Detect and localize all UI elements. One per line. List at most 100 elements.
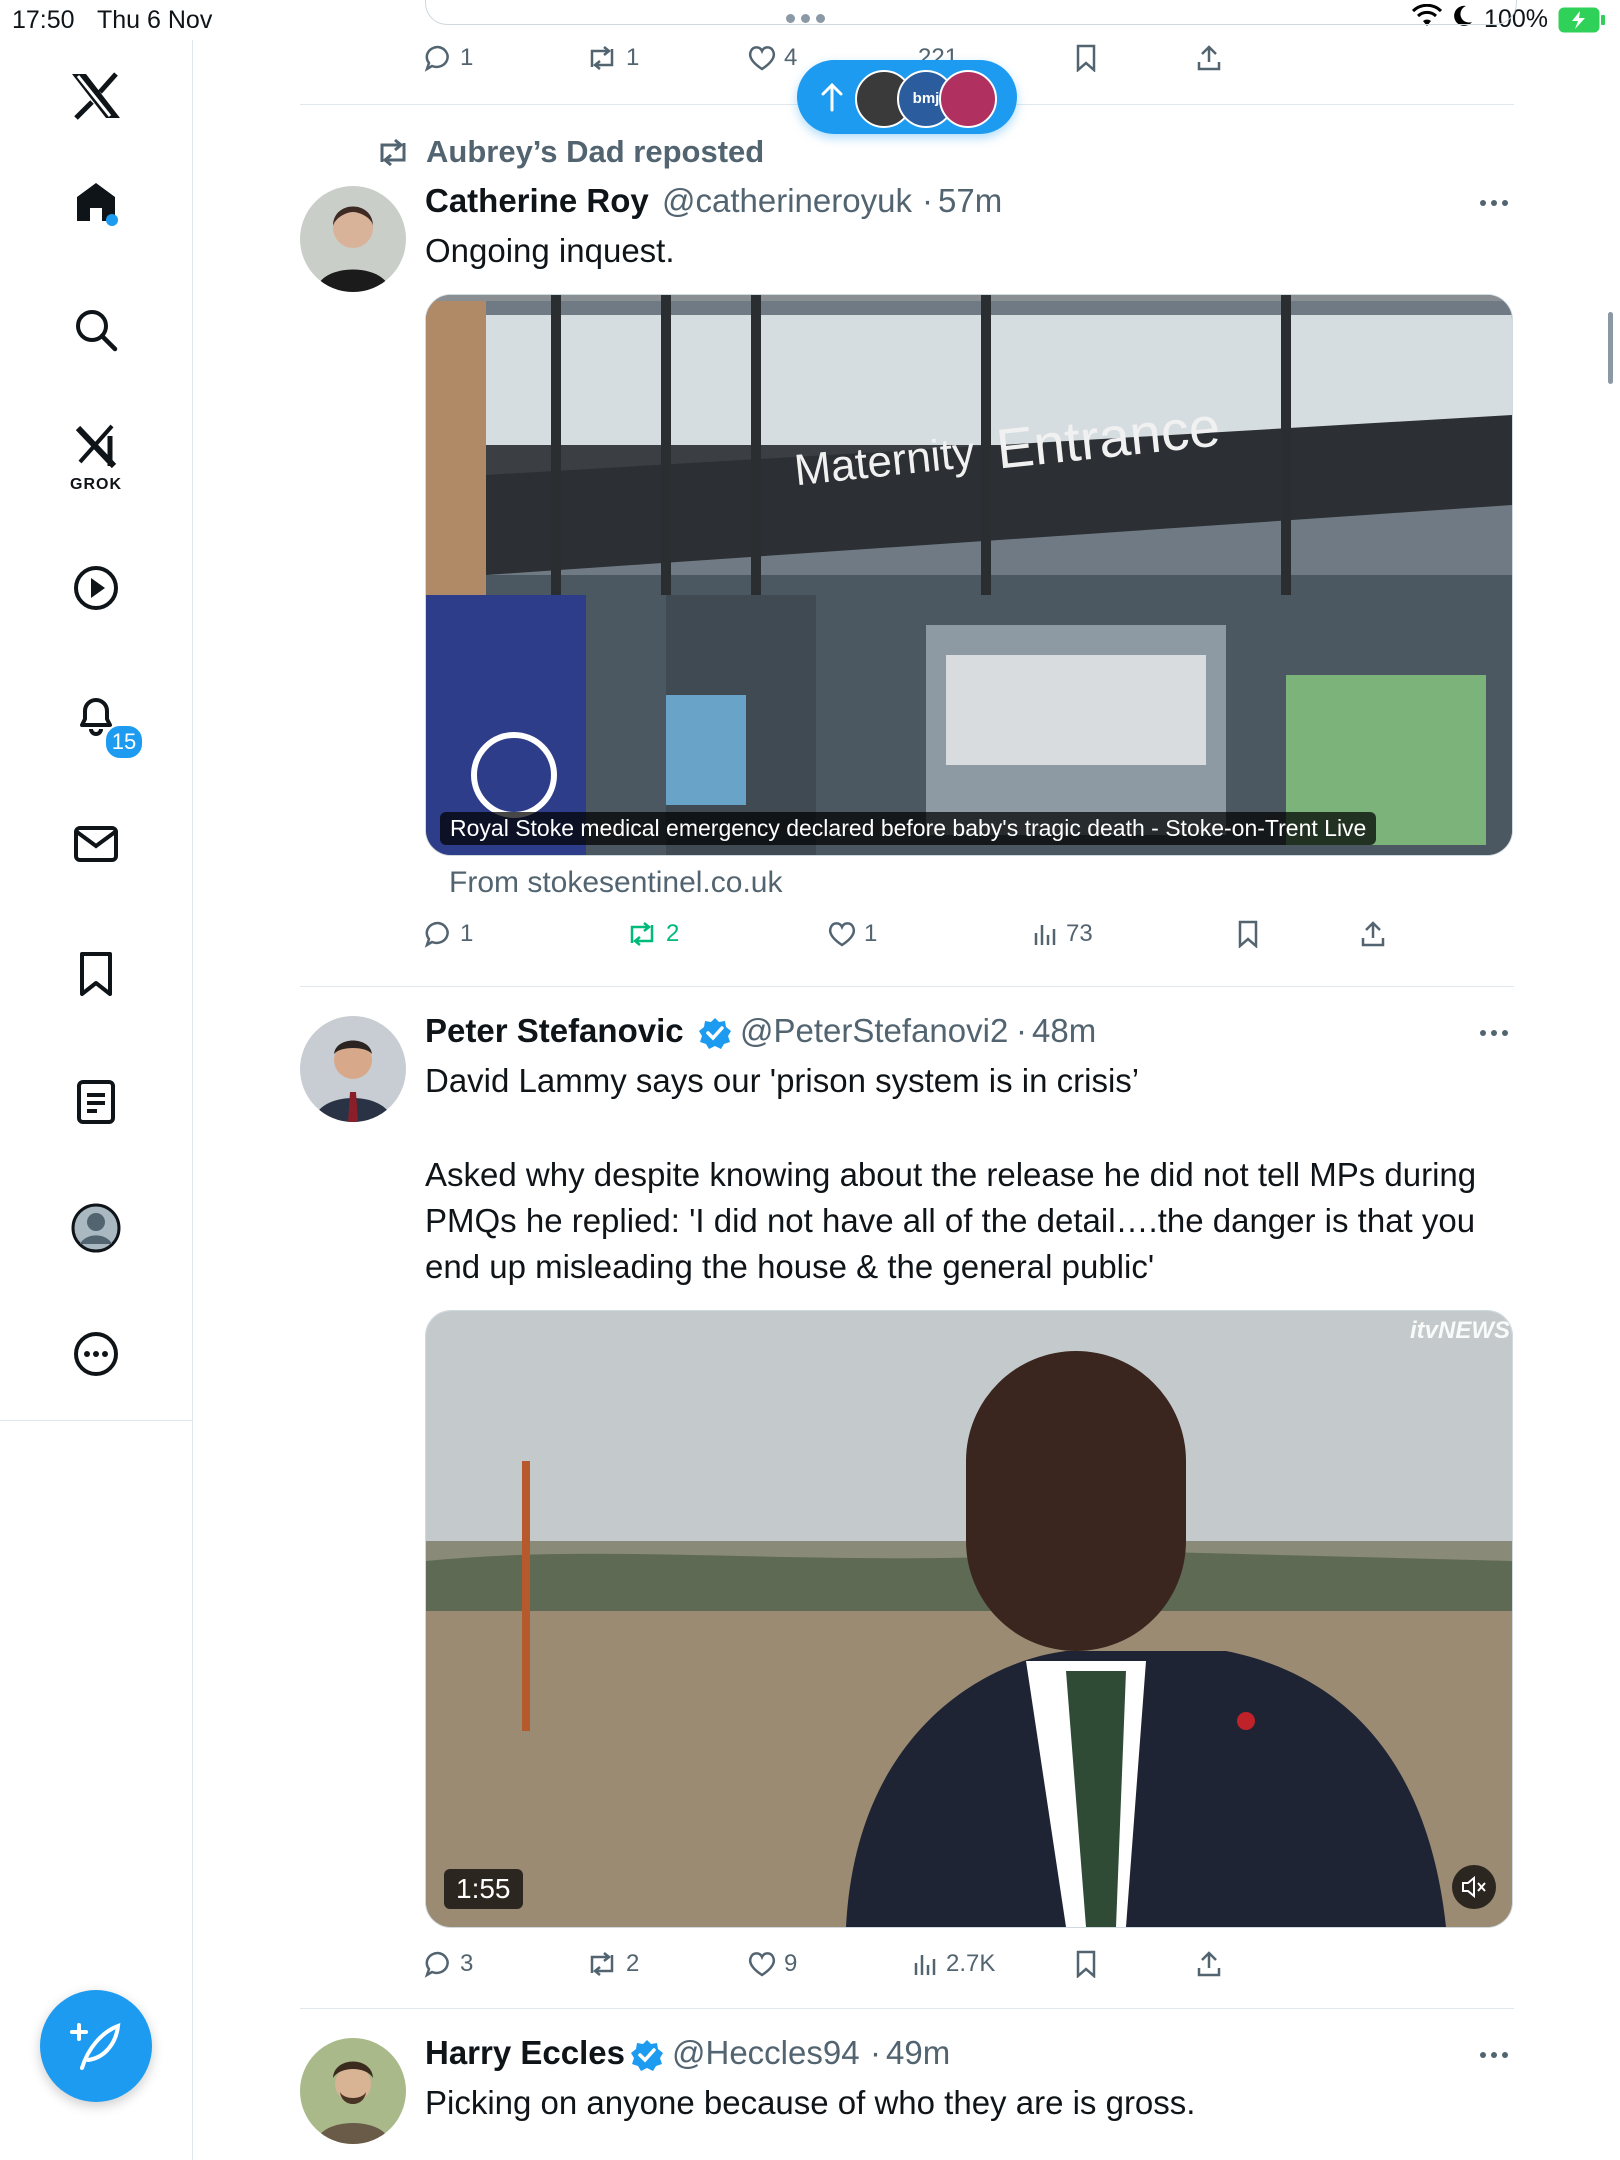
heart-icon — [748, 1952, 776, 1977]
lists-icon[interactable] — [62, 1068, 130, 1136]
views-icon — [914, 1955, 936, 1975]
post-more-button[interactable] — [1480, 200, 1508, 206]
post-author-handle[interactable]: @PeterStefanovi2 — [740, 1012, 1008, 1050]
link-source[interactable]: From stokesentinel.co.uk — [449, 866, 782, 900]
post-separator: · — [870, 2034, 881, 2071]
home-unread-dot — [106, 214, 118, 226]
search-icon[interactable] — [62, 296, 130, 364]
verified-badge-icon — [631, 2040, 663, 2071]
profile-icon[interactable] — [62, 1194, 130, 1262]
post-text: Ongoing inquest. — [425, 232, 675, 269]
avatar[interactable] — [300, 1016, 406, 1122]
x-logo-icon[interactable] — [62, 62, 130, 130]
reply-icon — [424, 921, 449, 948]
bookmark-action[interactable] — [1074, 44, 1098, 72]
grok-label: GROK — [70, 476, 122, 493]
bookmark-action[interactable] — [1074, 1950, 1098, 1978]
like-action[interactable]: 4 — [748, 44, 797, 72]
like-count: 1 — [864, 920, 878, 947]
post-time[interactable]: 57m — [938, 182, 1002, 220]
status-date: Thu 6 Nov — [97, 6, 213, 34]
video-thumbnail — [426, 1311, 1512, 1927]
grok-icon[interactable] — [62, 412, 130, 480]
like-count: 9 — [784, 1950, 798, 1977]
mute-button[interactable] — [1452, 1865, 1496, 1909]
video-icon[interactable] — [62, 554, 130, 622]
reply-action[interactable]: 1 — [424, 44, 473, 72]
views-action[interactable]: 2.7K — [912, 1950, 995, 1978]
bookmarks-icon[interactable] — [62, 940, 130, 1008]
avatar[interactable] — [300, 186, 406, 292]
views-icon — [1034, 925, 1056, 945]
post-text: Asked why despite knowing about the rele… — [425, 1156, 1477, 1285]
post-author-name[interactable]: Harry Eccles — [425, 2034, 625, 2072]
post-separator: · — [1016, 1012, 1027, 1049]
heart-icon — [828, 922, 856, 947]
battery-icon — [1558, 7, 1606, 33]
previous-post-card — [425, 0, 1517, 25]
compose-button[interactable] — [40, 1990, 152, 2102]
arrow-up-icon — [821, 82, 843, 112]
verified-badge-icon — [699, 1018, 731, 1049]
share-action[interactable] — [1196, 44, 1222, 72]
like-action[interactable]: 9 — [748, 1950, 797, 1978]
share-icon — [1361, 921, 1385, 947]
reply-icon — [424, 1951, 449, 1978]
post-author-handle[interactable]: @catherineroyuk — [662, 182, 912, 220]
post-author-handle[interactable]: @Heccles94 — [672, 2034, 860, 2072]
post-author-name[interactable]: Peter Stefanovic — [425, 1012, 684, 1050]
repost-action[interactable]: 2 — [626, 920, 679, 948]
views-action[interactable]: 73 — [1032, 920, 1093, 948]
notifications-badge: 15 — [104, 724, 144, 760]
bookmark-icon — [1076, 44, 1096, 72]
share-action[interactable] — [1196, 1950, 1222, 1978]
repost-icon — [590, 1952, 614, 1976]
like-action[interactable]: 1 — [828, 920, 877, 948]
repost-indicator-icon — [376, 138, 410, 173]
bookmark-action[interactable] — [1236, 920, 1260, 948]
post-more-button[interactable] — [1480, 2052, 1508, 2058]
repost-count: 2 — [666, 920, 680, 947]
repost-label[interactable]: Aubrey’s Dad reposted — [426, 134, 764, 170]
post-more-button[interactable] — [1480, 1030, 1508, 1036]
reply-action[interactable]: 3 — [424, 1950, 473, 1978]
heart-icon — [748, 46, 776, 71]
reply-count: 1 — [460, 44, 474, 71]
compose-icon — [70, 2022, 121, 2070]
bookmark-icon — [1076, 1950, 1096, 1978]
repost-action[interactable]: 1 — [586, 44, 639, 72]
post-time[interactable]: 48m — [1032, 1012, 1096, 1050]
reply-icon — [424, 45, 449, 72]
reply-action[interactable]: 1 — [424, 920, 473, 948]
bookmark-icon — [1238, 920, 1258, 948]
scrollbar[interactable] — [1608, 312, 1613, 384]
post-time[interactable]: 49m — [886, 2034, 950, 2072]
pill-avatar — [939, 70, 997, 128]
post-text: David Lammy says our 'prison system is i… — [425, 1062, 1140, 1099]
messages-icon[interactable] — [62, 810, 130, 878]
more-icon[interactable] — [62, 1320, 130, 1388]
post-divider — [300, 986, 1514, 987]
sidebar-divider — [0, 1420, 192, 1421]
views-count: 73 — [1066, 920, 1093, 947]
video-watermark: itvNEWS — [1409, 1317, 1510, 1344]
repost-action[interactable]: 2 — [586, 1950, 639, 1978]
views-count: 2.7K — [946, 1950, 996, 1977]
repost-count: 1 — [626, 44, 640, 71]
new-posts-pill[interactable]: bmj — [797, 60, 1017, 134]
like-count: 4 — [784, 44, 798, 71]
reply-count: 3 — [460, 1950, 474, 1977]
post-text: Picking on anyone because of who they ar… — [425, 2084, 1196, 2121]
video-player[interactable]: itvNEWS 1:55 — [425, 1310, 1513, 1928]
muted-speaker-icon — [1462, 1875, 1486, 1899]
post-separator: · — [922, 182, 933, 219]
share-action[interactable] — [1360, 920, 1386, 948]
share-icon — [1197, 1951, 1221, 1977]
repost-icon — [630, 922, 654, 946]
home-icon[interactable] — [62, 168, 130, 236]
avatar[interactable] — [300, 2038, 406, 2144]
repost-icon — [590, 46, 614, 70]
post-author-name[interactable]: Catherine Roy — [425, 182, 649, 220]
repost-count: 2 — [626, 1950, 640, 1977]
link-card[interactable]: Maternity Entrance Royal Stoke medical e… — [425, 294, 1513, 856]
